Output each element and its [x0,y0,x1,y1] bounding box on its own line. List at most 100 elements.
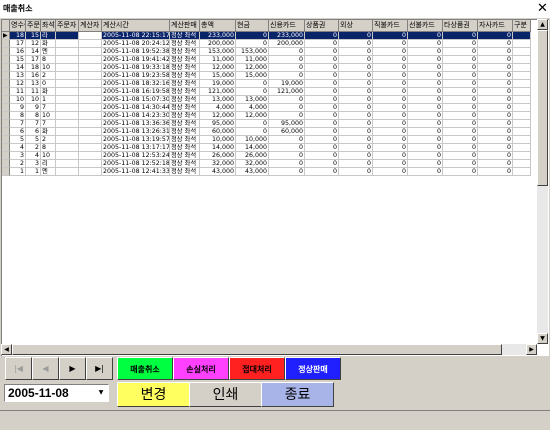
table-row[interactable]: ▶ 18 15 라 2005-11-08 22:15:17 정상 좌석 233,000 0 23… [2,32,537,40]
column-header[interactable]: 주문자 [56,20,79,32]
column-header[interactable]: 자사카드 [478,20,513,32]
window-title: 매출취소 [3,4,33,13]
vertical-scrollbar[interactable]: ▲ ▼ [537,19,548,344]
table-row[interactable]: 4 2 8 2005-11-08 13:17:17 정상 좌석 14,000 14,000 0… [2,144,537,152]
table-cell: 엔 [41,168,56,176]
table-cell: 2005-11-08 14:23:30 [102,112,170,120]
row-header[interactable] [2,72,10,80]
scroll-thumb[interactable] [537,30,548,186]
column-header[interactable]: 선불카드 [408,20,443,32]
change-button[interactable]: 변경 [117,382,190,407]
table-cell: 0 [443,56,478,64]
table-row[interactable]: 8 8 10 2005-11-08 14:23:30 정상 좌석 12,000 12,000… [2,112,537,120]
column-header[interactable]: 주문번호 [26,20,41,32]
row-header[interactable] [2,40,10,48]
table-row[interactable]: 14 18 10 2005-11-08 19:33:18 정상 좌석 12,000 12,0… [2,64,537,72]
sales-grid[interactable]: 영수증주문번호좌석주문자계산자계산시간계산판매총액현금신용카드상품권외상직불카드… [1,19,549,356]
row-header[interactable] [2,56,10,64]
row-header[interactable] [2,120,10,128]
exit-button[interactable]: 종료 [261,382,334,407]
table-row[interactable]: 9 9 7 2005-11-08 14:30:44 정상 좌석 4,000 4,000 0 0 0… [2,104,537,112]
column-header[interactable]: 영수증 [10,20,26,32]
column-header[interactable]: 외상 [339,20,373,32]
column-header[interactable]: 계산시간 [102,20,170,32]
column-header[interactable]: 계산자 [79,20,102,32]
table-cell: 0 [408,104,443,112]
table-cell [513,160,531,168]
table-cell: 2 [41,136,56,144]
column-header[interactable]: 계산판매 [170,20,200,32]
scroll-down-icon[interactable]: ▼ [537,333,548,344]
row-header[interactable] [2,88,10,96]
table-row[interactable]: 13 16 2 2005-11-08 19:23:58 정상 좌석 15,000 15,00… [2,72,537,80]
row-header[interactable] [2,112,10,120]
date-select[interactable]: 2005-11-08 ▼ [4,384,109,402]
scroll-left-icon[interactable]: ◀ [1,344,12,355]
table-row[interactable]: 15 17 8 2005-11-08 19:41:42 정상 좌석 11,000 11,00… [2,56,537,64]
row-pointer-icon[interactable]: ▶ [2,32,10,40]
horizontal-scrollbar[interactable]: ◀ ▶ [1,344,537,355]
chevron-down-icon[interactable]: ▼ [95,386,107,400]
row-header[interactable] [2,104,10,112]
table-cell: 2005-11-08 12:41:33 [102,168,170,176]
table-cell: 정상 좌석 [170,112,200,120]
column-header[interactable]: 현금 [236,20,269,32]
table-cell: 2 [41,72,56,80]
table-row[interactable]: 2 3 리 2005-11-08 12:52:18 정상 좌석 32,000 32,000 0… [2,160,537,168]
table-row[interactable]: 17 12 화 2005-11-08 20:24:12 정상 좌석 200,000 0 200… [2,40,537,48]
entertainment-process-button[interactable]: 접대처리 [229,357,285,380]
row-header[interactable] [2,48,10,56]
table-row[interactable]: 11 11 화 2005-11-08 16:19:58 정상 좌석 121,000 0 121… [2,88,537,96]
row-header[interactable] [2,136,10,144]
table-cell: 0 [236,88,269,96]
normal-sale-button[interactable]: 정상판매 [285,357,341,380]
table-cell [79,136,102,144]
scroll-up-icon[interactable]: ▲ [537,19,548,30]
column-header[interactable]: 구분 [513,20,531,32]
prev-record-button[interactable]: ◀ [32,357,59,380]
next-record-button[interactable]: ▶ [59,357,86,380]
table-cell: 0 [305,168,339,176]
row-header[interactable] [2,160,10,168]
column-header[interactable]: 타상품권 [443,20,478,32]
table-row[interactable]: 16 14 엔 2005-11-08 19:52:38 정상 좌석 153,000 153,… [2,48,537,56]
column-header[interactable]: 좌석 [41,20,56,32]
table-row[interactable]: 10 10 1 2005-11-08 15:07:30 정상 좌석 13,000 13,00… [2,96,537,104]
row-header[interactable] [2,96,10,104]
row-header[interactable] [2,168,10,176]
column-header[interactable]: 총액 [200,20,236,32]
table-cell: 0 [236,128,269,136]
table-cell: 0 [339,32,373,40]
table-cell: 10 [10,96,26,104]
table-cell: 0 [408,72,443,80]
first-record-button[interactable]: |◀ [5,357,32,380]
row-header[interactable] [2,80,10,88]
table-row[interactable]: 1 1 엔 2005-11-08 12:41:33 정상 좌석 43,000 43,000 0… [2,168,537,176]
table-cell [513,48,531,56]
cancel-sale-button[interactable]: 매출취소 [117,357,173,380]
table-row[interactable]: 5 5 2 2005-11-08 13:19:57 정상 좌석 10,000 10,000 0… [2,136,537,144]
row-header[interactable] [2,152,10,160]
scroll-right-icon[interactable]: ▶ [526,344,537,355]
table-cell: 정상 좌석 [170,104,200,112]
table-cell: 8 [41,144,56,152]
table-row[interactable]: 12 13 0 2005-11-08 18:32:16 정상 좌석 19,000 0 19,0… [2,80,537,88]
column-header[interactable]: 직불카드 [373,20,408,32]
loss-process-button[interactable]: 손실처리 [173,357,229,380]
column-header[interactable]: 신용카드 [269,20,305,32]
close-icon[interactable]: ✕ [536,1,549,16]
table-cell: 0 [408,64,443,72]
table-row[interactable]: 6 6 화 2005-11-08 13:26:31 정상 좌석 60,000 0 60,000… [2,128,537,136]
table-cell: 1 [41,96,56,104]
row-header[interactable] [2,64,10,72]
column-header[interactable]: 상품권 [305,20,339,32]
table-cell: 4 [26,152,41,160]
table-row[interactable]: 3 4 10 2005-11-08 12:53:24 정상 좌석 26,000 26,000… [2,152,537,160]
table-row[interactable]: 7 7 7 2005-11-08 13:36:36 정상 좌석 95,000 0 95,000… [2,120,537,128]
row-header[interactable] [2,128,10,136]
last-record-button[interactable]: ▶| [86,357,113,380]
print-button[interactable]: 인쇄 [189,382,262,407]
hscroll-thumb[interactable] [12,344,502,355]
row-header[interactable] [2,144,10,152]
table-cell: 0 [339,160,373,168]
